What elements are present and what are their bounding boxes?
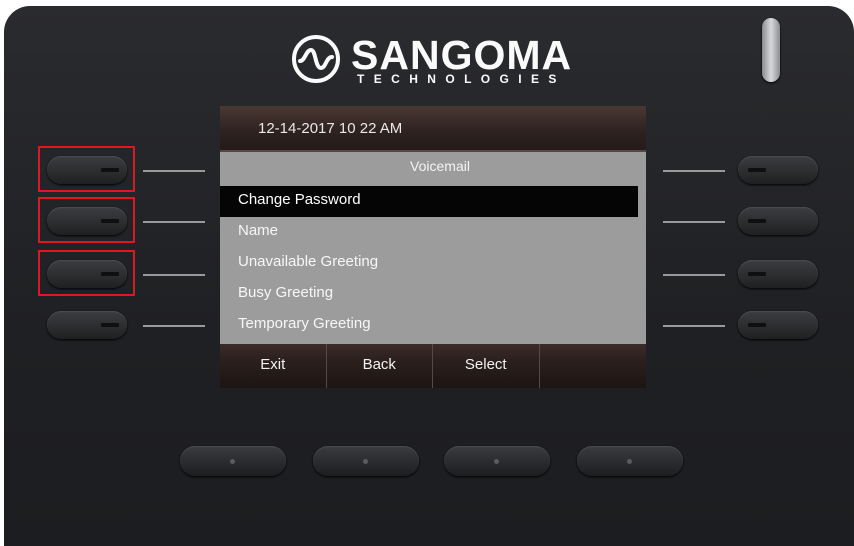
handset-hook-switch[interactable] xyxy=(762,18,780,82)
line-key-connector xyxy=(663,170,725,172)
led-indicator xyxy=(101,323,119,327)
divider xyxy=(220,150,646,152)
soft-key-1[interactable] xyxy=(180,446,286,476)
line-key-right-4[interactable] xyxy=(738,311,818,339)
soft-key-3[interactable] xyxy=(444,446,550,476)
key-dot xyxy=(230,459,235,464)
line-key-right-3[interactable] xyxy=(738,260,818,288)
key-dot xyxy=(494,459,499,464)
line-key-connector xyxy=(663,325,725,327)
softkey-empty[interactable] xyxy=(540,344,647,388)
led-indicator xyxy=(748,219,766,223)
line-key-right-1[interactable] xyxy=(738,156,818,184)
status-bar: 12-14-2017 10 22 AM xyxy=(220,106,646,152)
menu-item-temporary-greeting[interactable]: Temporary Greeting xyxy=(220,310,646,341)
menu-item-name[interactable]: Name xyxy=(220,217,646,248)
line-key-connector xyxy=(143,325,205,327)
lcd-screen: 12-14-2017 10 22 AM Voicemail Change Pas… xyxy=(220,106,646,388)
menu-title: Voicemail xyxy=(410,158,470,174)
line-key-connector xyxy=(663,274,725,276)
sangoma-logo-icon xyxy=(292,35,340,83)
softkey-exit[interactable]: Exit xyxy=(220,344,327,388)
brand-subtitle: TECHNOLOGIES xyxy=(357,72,566,86)
date-time: 12-14-2017 10 22 AM xyxy=(258,120,403,137)
line-key-connector xyxy=(143,170,205,172)
led-indicator xyxy=(748,272,766,276)
key-dot xyxy=(627,459,632,464)
highlight-box-left-1 xyxy=(38,146,135,192)
line-key-left-4[interactable] xyxy=(47,311,127,339)
softkey-bar: Exit Back Select xyxy=(220,344,646,388)
key-dot xyxy=(363,459,368,464)
soft-key-4[interactable] xyxy=(577,446,683,476)
line-key-connector xyxy=(143,221,205,223)
line-key-connector xyxy=(663,221,725,223)
menu-item-unavailable-greeting[interactable]: Unavailable Greeting xyxy=(220,248,646,279)
led-indicator xyxy=(748,168,766,172)
softkey-select[interactable]: Select xyxy=(433,344,540,388)
highlight-box-left-3 xyxy=(38,250,135,296)
menu-item-busy-greeting[interactable]: Busy Greeting xyxy=(220,279,646,310)
highlight-box-left-2 xyxy=(38,197,135,243)
soft-key-2[interactable] xyxy=(313,446,419,476)
menu-item-change-password[interactable]: Change Password xyxy=(220,186,638,217)
led-indicator xyxy=(748,323,766,327)
line-key-connector xyxy=(143,274,205,276)
line-key-right-2[interactable] xyxy=(738,207,818,235)
softkey-back[interactable]: Back xyxy=(327,344,433,388)
voicemail-menu: Change Password Name Unavailable Greetin… xyxy=(220,186,646,341)
